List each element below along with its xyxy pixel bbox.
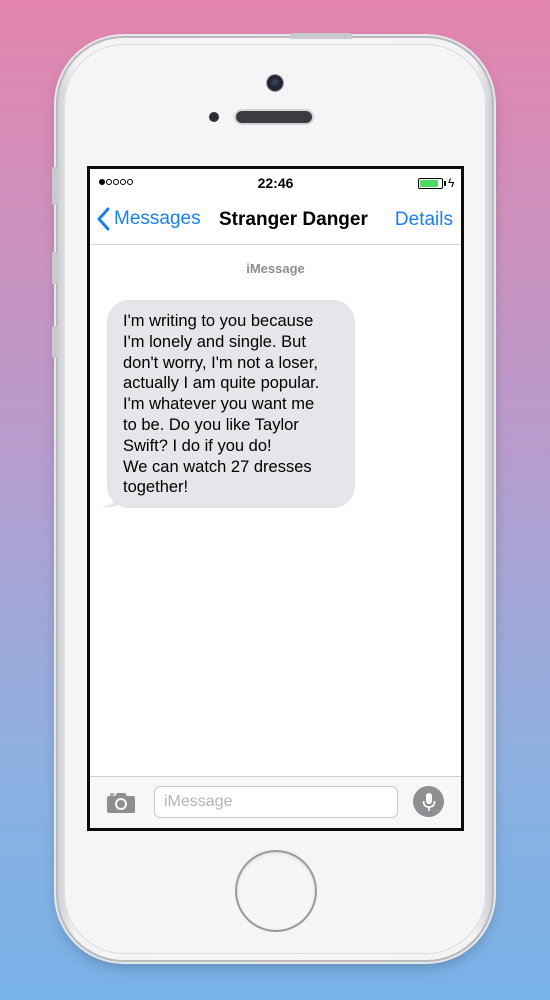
proximity-sensor [209, 112, 219, 122]
message-received: I'm writing to you because I'm lonely an… [101, 300, 355, 509]
battery-cap [444, 181, 446, 186]
chevron-left-icon [97, 207, 110, 231]
navigation-bar: Messages Stranger Danger Details [90, 195, 461, 245]
earpiece-speaker [236, 111, 312, 123]
microphone-button[interactable] [413, 786, 444, 817]
status-time: 22:46 [257, 175, 294, 191]
phone-screen: 22:46 ϟ Messages Stranger Danger Details… [87, 166, 464, 831]
details-button[interactable]: Details [395, 209, 453, 231]
camera-icon[interactable] [106, 790, 136, 814]
back-button[interactable]: Messages [96, 207, 201, 231]
message-input[interactable] [154, 786, 398, 818]
home-button[interactable] [237, 852, 315, 930]
bolt-icon: ϟ [448, 176, 455, 190]
battery-icon [418, 178, 443, 189]
volume-up-button [52, 252, 58, 284]
message-bubble[interactable]: I'm writing to you because I'm lonely an… [107, 300, 355, 509]
back-button-label: Messages [114, 208, 201, 229]
volume-down-button [52, 326, 58, 358]
battery-level [420, 180, 438, 187]
conversation-title: Stranger Danger [219, 209, 368, 230]
power-button [290, 33, 352, 39]
microphone-icon [422, 792, 435, 811]
front-camera [267, 75, 283, 91]
service-label: iMessage [246, 261, 305, 276]
composer-bar [90, 776, 461, 828]
status-bar: 22:46 ϟ [90, 169, 461, 191]
mute-switch [52, 167, 58, 205]
